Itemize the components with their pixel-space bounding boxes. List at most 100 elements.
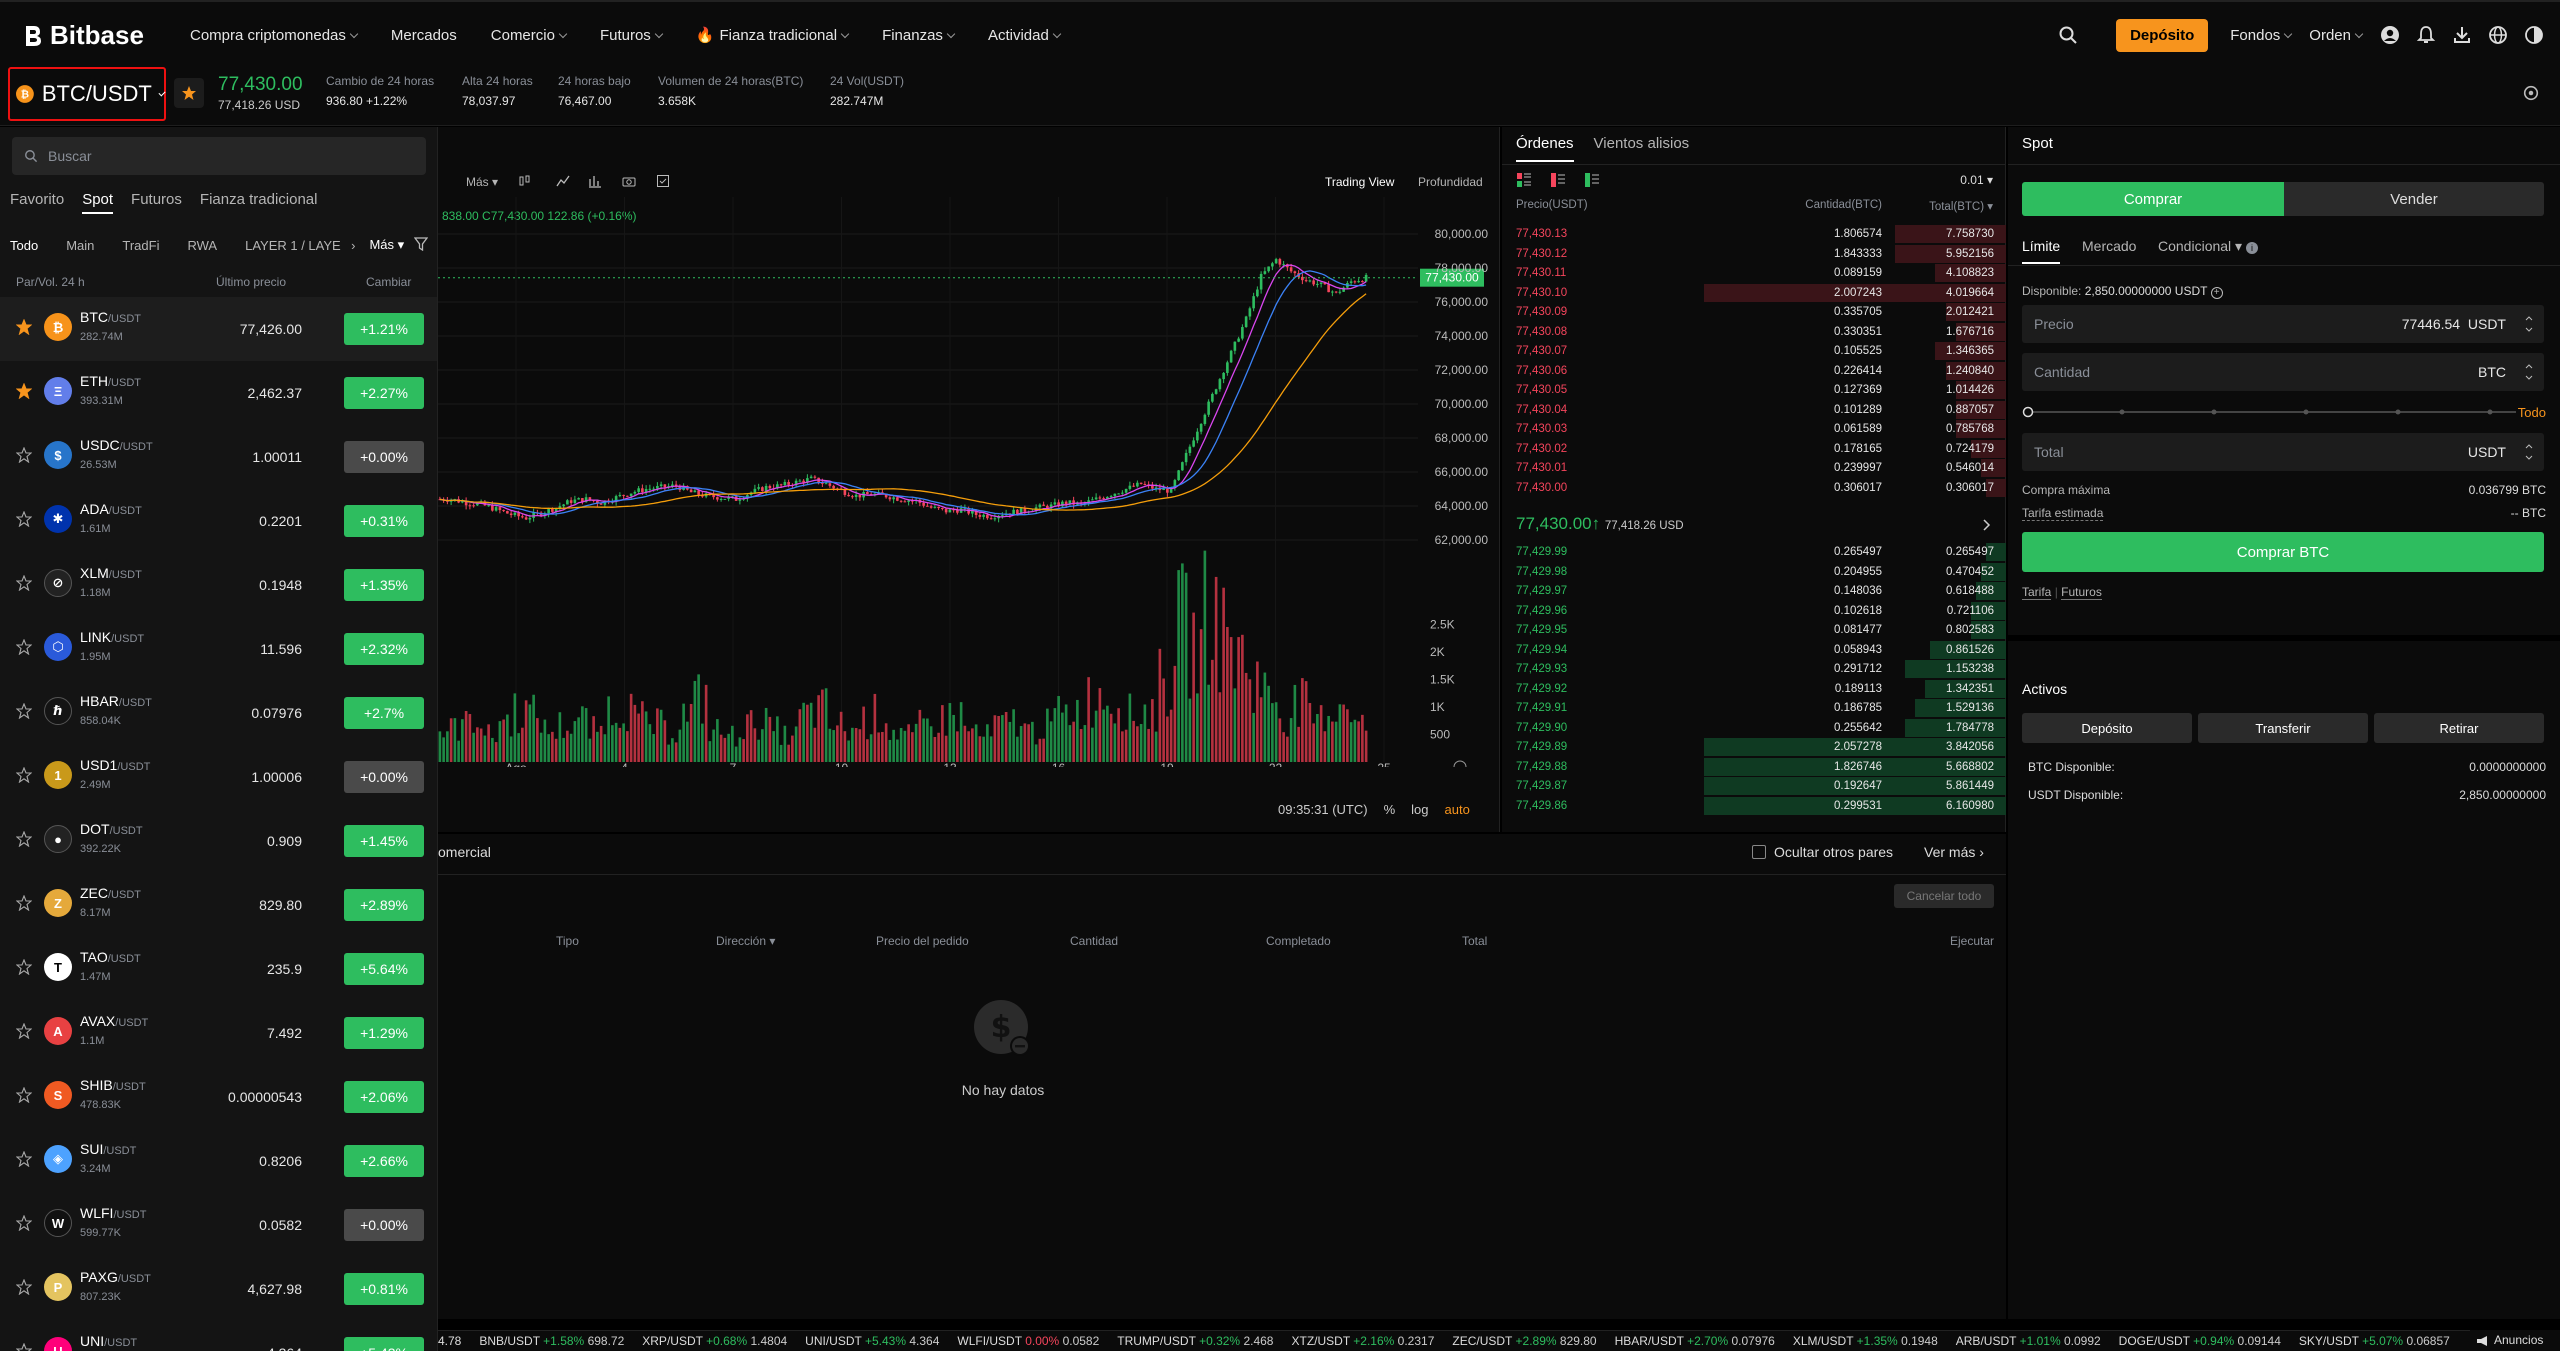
market-row[interactable]: P PAXG/USDT 807.23K 4,627.98 +0.81% <box>0 1257 437 1321</box>
bell-icon[interactable] <box>2416 25 2436 45</box>
quantity-slider[interactable] <box>2022 405 2522 419</box>
nav-item-4[interactable]: 🔥 Fianza tradicional <box>696 26 850 44</box>
ask-row[interactable]: 77,430.01 0.239997 0.546014 <box>1502 459 2006 477</box>
market-row[interactable]: ℏ HBAR/USDT 858.04K 0.07976 +2.7% <box>0 681 437 745</box>
star-icon[interactable] <box>16 1151 32 1167</box>
stepper-icon[interactable] <box>2524 361 2534 383</box>
star-icon[interactable] <box>16 1087 32 1103</box>
deposit-button[interactable]: Depósito <box>2116 18 2209 52</box>
chart-settings-icon[interactable] <box>1453 760 1467 767</box>
bid-row[interactable]: 77,429.88 1.826746 5.668802 <box>1502 757 2006 776</box>
globe-icon[interactable] <box>2488 25 2508 45</box>
market-tab-2[interactable]: Futuros <box>131 191 182 214</box>
ticker-item[interactable]: BNB/USDT +1.58% 698.72 <box>479 1331 624 1351</box>
hide-other-pairs[interactable]: Ocultar otros pares <box>1752 844 1893 860</box>
total-input[interactable]: Total USDT <box>2022 433 2544 471</box>
bid-row[interactable]: 77,429.87 0.192647 5.861449 <box>1502 777 2006 795</box>
chevron-right-icon[interactable] <box>1983 519 1991 531</box>
bid-row[interactable]: 77,429.90 0.255642 1.784778 <box>1502 718 2006 737</box>
nav-item-0[interactable]: Compra criptomonedas <box>190 27 359 44</box>
theme-icon[interactable] <box>2524 25 2544 45</box>
add-funds-icon[interactable]: + <box>2210 287 2223 299</box>
pct-toggle[interactable]: % <box>1384 802 1396 817</box>
ticker-item[interactable]: ZEC/USDT +2.89% 829.80 <box>1452 1331 1596 1351</box>
logo[interactable]: Bitbase <box>22 20 144 51</box>
ask-row[interactable]: 77,430.00 0.306017 0.306017 <box>1502 478 2006 497</box>
funds-menu[interactable]: Fondos <box>2230 27 2293 44</box>
sell-tab[interactable]: Vender <box>2284 182 2544 216</box>
market-search-input[interactable]: Buscar <box>12 137 426 175</box>
candle-type-icon[interactable] <box>518 174 532 188</box>
bid-row[interactable]: 77,429.86 0.299531 6.160980 <box>1502 796 2006 815</box>
market-row[interactable]: A AVAX/USDT 1.1M 7.492 +1.29% <box>0 1001 437 1065</box>
star-icon[interactable] <box>16 767 32 783</box>
conditional-tab[interactable]: Condicional ▾ i <box>2158 238 2258 255</box>
market-tab-0[interactable]: Favorito <box>10 191 64 214</box>
ask-row[interactable]: 77,430.06 0.226414 1.240840 <box>1502 361 2006 380</box>
bid-row[interactable]: 77,429.98 0.204955 0.470452 <box>1502 562 2006 581</box>
ticker-item[interactable]: XTZ/USDT +2.16% 0.2317 <box>1291 1331 1434 1351</box>
nav-item-5[interactable]: Finanzas <box>882 27 956 44</box>
ask-row[interactable]: 77,430.13 1.806574 7.758730 <box>1502 225 2006 243</box>
ticker-item[interactable]: DOGE/USDT +0.94% 0.09144 <box>2119 1331 2281 1351</box>
quantity-input[interactable]: Cantidad BTC <box>2022 353 2544 391</box>
bid-row[interactable]: 77,429.95 0.081477 0.802583 <box>1502 621 2006 639</box>
ask-row[interactable]: 77,430.12 1.843333 5.952156 <box>1502 244 2006 263</box>
settings-icon[interactable] <box>2522 84 2540 102</box>
star-icon[interactable] <box>16 1215 32 1231</box>
nav-item-6[interactable]: Actividad <box>988 27 1062 44</box>
all-button[interactable]: Todo <box>2518 405 2546 420</box>
subtab-more[interactable]: Más ▾ <box>369 237 404 253</box>
fee-label[interactable]: Tarifa estimada <box>2022 506 2104 521</box>
star-icon[interactable] <box>16 1279 32 1295</box>
filter-button[interactable] <box>414 237 428 251</box>
market-subtab-1[interactable]: Main <box>66 238 94 253</box>
ask-row[interactable]: 77,430.10 2.007243 4.019664 <box>1502 283 2006 302</box>
market-row[interactable]: ₿ BTC/USDT 282.74M 77,426.00 +1.21% <box>0 297 437 361</box>
star-icon[interactable] <box>16 575 32 591</box>
book-bids-icon[interactable] <box>1584 172 1600 188</box>
ticker-item[interactable]: XRP/USDT +0.68% 1.4804 <box>642 1331 787 1351</box>
book-asks-icon[interactable] <box>1550 172 1566 188</box>
ticker-item[interactable]: UNI/USDT +5.43% 4.364 <box>805 1331 939 1351</box>
ticker-item[interactable]: XLM/USDT +1.35% 0.1948 <box>1793 1331 1938 1351</box>
limit-tab[interactable]: Límite <box>2022 238 2061 264</box>
col-change[interactable]: Cambiar <box>366 275 411 289</box>
star-icon[interactable] <box>16 1023 32 1039</box>
stepper-icon[interactable] <box>2524 313 2534 335</box>
market-row[interactable]: W WLFI/USDT 599.77K 0.0582 +0.00% <box>0 1193 437 1257</box>
bid-row[interactable]: 77,429.99 0.265497 0.265497 <box>1502 543 2006 561</box>
col-price[interactable]: Último precio <box>216 275 286 289</box>
bid-row[interactable]: 77,429.93 0.291712 1.153238 <box>1502 660 2006 678</box>
ask-row[interactable]: 77,430.04 0.101289 0.887057 <box>1502 400 2006 419</box>
candlestick-chart[interactable]: 77,430.0080,000.0078,000.0076,000.0074,0… <box>438 197 1500 767</box>
orderbook-tab-0[interactable]: Órdenes <box>1516 135 1574 162</box>
star-icon[interactable] <box>16 639 32 655</box>
ticker-item[interactable]: SKY/USDT +5.07% 0.06857 <box>2299 1331 2450 1351</box>
market-row[interactable]: $ USDC/USDT 26.53M 1.00011 +0.00% <box>0 425 437 489</box>
market-tab-1[interactable]: Spot <box>82 191 114 214</box>
market-row[interactable]: ◈ SUI/USDT 3.24M 0.8206 +2.66% <box>0 1129 437 1193</box>
ticker-item[interactable]: 4.78 <box>438 1331 461 1351</box>
ticker-item[interactable]: ARB/USDT +1.01% 0.0992 <box>1956 1331 2101 1351</box>
orders-col-1[interactable]: Dirección ▾ <box>716 934 775 948</box>
col-pair[interactable]: Par/Vol. 24 h <box>16 275 85 289</box>
star-icon[interactable] <box>16 959 32 975</box>
market-subtab-4[interactable]: LAYER 1 / LAYER <box>245 238 341 253</box>
asset-withdraw-button[interactable]: Retirar <box>2374 713 2544 743</box>
star-icon[interactable] <box>16 1343 32 1351</box>
price-input[interactable]: Precio 77446.54 USDT <box>2022 305 2544 343</box>
star-icon[interactable] <box>16 831 32 847</box>
ask-row[interactable]: 77,430.02 0.178165 0.724179 <box>1502 439 2006 458</box>
buy-tab[interactable]: Comprar <box>2022 182 2284 216</box>
chart-more-menu[interactable]: Más ▾ <box>466 175 498 189</box>
tradingview-tab[interactable]: Trading View <box>1325 175 1394 189</box>
log-toggle[interactable]: log <box>1411 802 1428 817</box>
user-icon[interactable] <box>2380 25 2400 45</box>
star-icon[interactable] <box>16 511 32 527</box>
download-icon[interactable] <box>2452 25 2472 45</box>
ask-row[interactable]: 77,430.11 0.089159 4.108823 <box>1502 264 2006 282</box>
depth-tab[interactable]: Profundidad <box>1418 175 1483 189</box>
favorite-button[interactable] <box>174 78 204 108</box>
market-tab-3[interactable]: Fianza tradicional <box>200 191 318 214</box>
